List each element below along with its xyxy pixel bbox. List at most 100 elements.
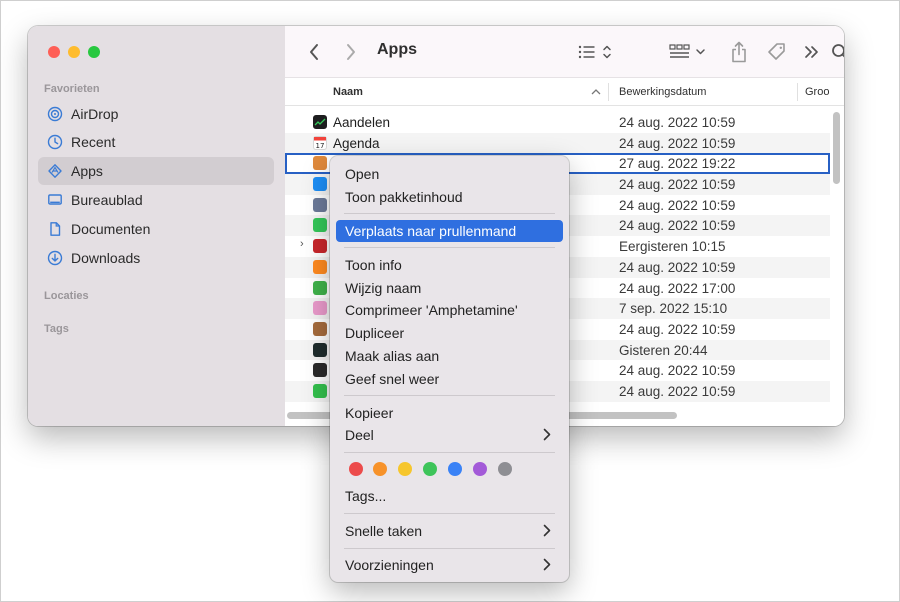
table-row[interactable]: Aandelen 24 aug. 2022 10:59 [285,112,830,133]
amphetamine-app-icon [313,156,327,171]
automator-app-icon [313,197,327,212]
search-icon [832,44,844,58]
row-date: 24 aug. 2022 10:59 [619,177,736,193]
tag-green-swatch[interactable] [423,462,437,476]
menu-item-label: Deel [345,427,374,443]
back-button[interactable] [303,40,325,64]
row-date: 24 aug. 2022 10:59 [619,259,736,275]
double-chevron-right-icon [805,46,818,58]
row-date: Gisteren 20:44 [619,342,708,358]
more-toolbar-button[interactable] [801,40,821,64]
tag-blue-swatch[interactable] [448,462,462,476]
sidebar-item-label: Bureaublad [71,192,143,208]
chevron-right-icon [347,44,355,60]
zoom-window-button[interactable] [88,46,100,58]
column-name-header[interactable]: Naam [333,86,363,98]
document-icon [46,220,64,238]
vertical-scrollbar[interactable] [833,112,840,184]
menu-item-show-package-contents[interactable]: Toon pakketinhoud [336,186,563,208]
black-app-icon [313,363,327,378]
search-button[interactable] [830,40,844,64]
row-name: Agenda [333,135,380,151]
sidebar-item-airdrop[interactable]: AirDrop [38,100,274,128]
stocks-app-icon [313,115,327,129]
column-modified-header[interactable]: Bewerkingsdatum [619,86,706,98]
column-header: Naam Bewerkingsdatum Groo [285,78,844,106]
sidebar-item-desktop[interactable]: Bureaublad [38,186,274,214]
sidebar-item-label: Apps [71,163,103,179]
svg-text:17: 17 [316,142,325,149]
column-size-header[interactable]: Groo [805,86,844,98]
desktop-icon [46,191,64,209]
chevron-right-icon [543,558,551,571]
sidebar-item-label: AirDrop [71,106,119,122]
sidebar-item-label: Recent [71,134,116,150]
menu-item-quick-actions[interactable]: Snelle taken [336,520,563,542]
menu-item-tags[interactable]: Tags... [336,485,563,507]
sidebar-item-recent[interactable]: Recent [38,128,274,156]
tag-button[interactable] [765,40,789,64]
menu-separator [344,213,555,214]
menu-item-copy[interactable]: Kopieer [336,402,563,424]
window-title: Apps [377,41,417,58]
list-view-icon [578,45,611,59]
menu-item-compress[interactable]: Comprimeer 'Amphetamine' [336,299,563,321]
chevron-right-icon [543,524,551,537]
row-date: 24 aug. 2022 10:59 [619,115,736,130]
disclosure-triangle-icon[interactable]: › [300,238,304,250]
row-date: 24 aug. 2022 10:59 [619,321,736,337]
close-window-button[interactable] [48,46,60,58]
minimize-window-button[interactable] [68,46,80,58]
column-divider[interactable] [797,83,798,101]
menu-item-rename[interactable]: Wijzig naam [336,277,563,299]
column-divider[interactable] [608,83,609,101]
menu-item-make-alias[interactable]: Maak alias aan [336,345,563,367]
group-view-button[interactable] [668,40,708,64]
sidebar-item-apps[interactable]: Apps [38,157,274,185]
chevron-right-icon [543,428,551,441]
books-app-icon [313,239,327,254]
forward-button[interactable] [340,40,362,64]
menu-separator [344,247,555,248]
grid-icon [669,44,705,58]
green-app-icon [313,280,327,295]
sidebar-section-favorites: Favorieten [44,83,100,95]
context-menu: Open Toon pakketinhoud Verplaats naar pr… [330,156,569,582]
menu-item-quick-look[interactable]: Geef snel weer [336,368,563,390]
share-icon [732,41,746,63]
sidebar-item-downloads[interactable]: Downloads [38,244,274,272]
download-icon [46,249,64,267]
sidebar-section-tags: Tags [44,323,69,335]
toolbar: Apps [285,26,844,78]
menu-item-duplicate[interactable]: Dupliceer [336,322,563,344]
menu-separator [344,452,555,453]
airdrop-icon [46,105,64,123]
share-button[interactable] [728,40,750,64]
tag-orange-swatch[interactable] [373,462,387,476]
dark-app-icon [313,342,327,357]
menu-item-services[interactable]: Voorzieningen [336,554,563,576]
sidebar-section-locations: Locaties [44,290,89,302]
sidebar: Favorieten AirDrop Recent Apps Bureaubla… [28,26,285,426]
tag-gray-swatch[interactable] [498,462,512,476]
menu-item-share[interactable]: Deel [336,424,563,446]
clock-icon [46,133,64,151]
messages-app-icon [313,218,327,233]
tag-purple-swatch[interactable] [473,462,487,476]
row-date: 7 sep. 2022 15:10 [619,301,728,317]
books-orange-app-icon [313,259,327,274]
row-date: 27 aug. 2022 19:22 [619,156,736,172]
tag-yellow-swatch[interactable] [398,462,412,476]
row-date: 24 aug. 2022 10:59 [619,135,736,151]
menu-item-open[interactable]: Open [336,163,563,185]
tag-red-swatch[interactable] [349,462,363,476]
sort-ascending-icon [591,89,601,95]
list-view-button[interactable] [575,40,615,64]
row-date: 24 aug. 2022 10:59 [619,218,736,234]
tag-icon [768,43,785,60]
sidebar-item-documents[interactable]: Documenten [38,215,274,243]
menu-item-move-to-trash[interactable]: Verplaats naar prullenmand [336,220,563,242]
table-row[interactable]: 17 Agenda 24 aug. 2022 10:59 [285,132,830,154]
menu-item-get-info[interactable]: Toon info [336,254,563,276]
apps-icon [46,162,64,180]
